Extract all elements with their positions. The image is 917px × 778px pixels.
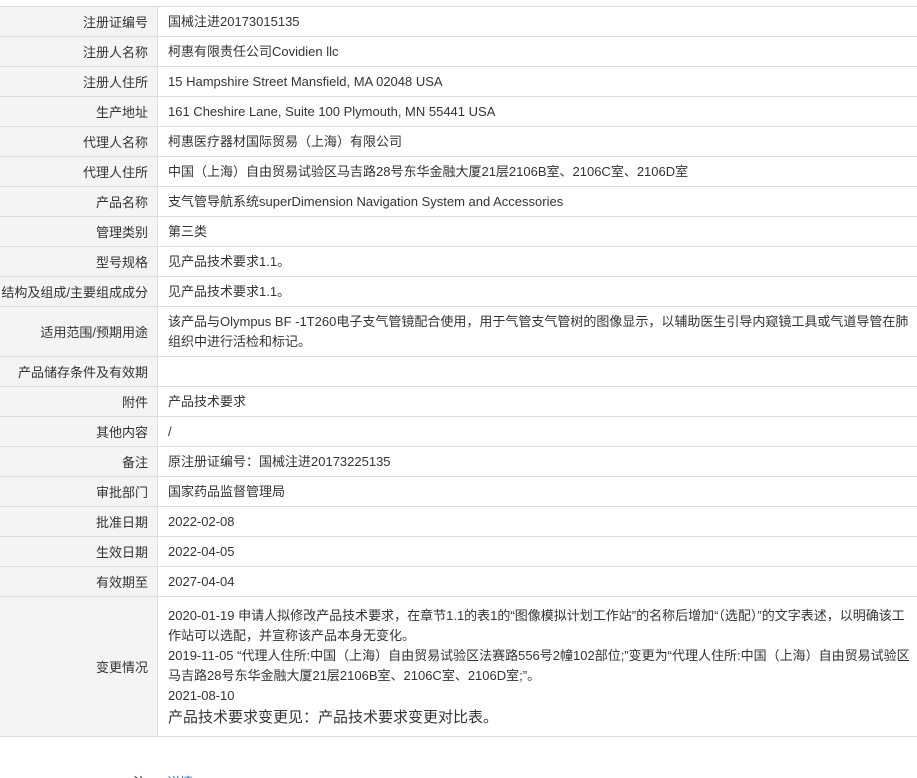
change-entry: 2021-08-10 [168, 687, 235, 703]
field-value: 柯惠医疗器材国际贸易（上海）有限公司 [157, 126, 917, 157]
row-management-class: 管理类别 第三类 [0, 216, 917, 247]
field-value: 第三类 [157, 216, 917, 247]
field-value: 中国（上海）自由贸易试验区马吉路28号东华金融大厦21层2106B室、2106C… [157, 156, 917, 187]
row-registrant-address: 注册人住所 15 Hampshire Street Mansfield, MA … [0, 66, 917, 97]
field-value: / [157, 416, 917, 447]
field-value: 柯惠有限责任公司Covidien llc [157, 36, 917, 67]
field-value: 2022-02-08 [157, 506, 917, 537]
field-label: 其他内容 [0, 416, 158, 447]
row-effective-date: 生效日期 2022-04-05 [0, 536, 917, 567]
row-other-content: 其他内容 / [0, 416, 917, 447]
field-value: 国家药品监督管理局 [157, 476, 917, 507]
field-label: 有效期至 [0, 566, 158, 597]
detail-link[interactable]: 详情 [167, 772, 193, 778]
registration-detail-page: 注册证编号 国械注进20173015135 注册人名称 柯惠有限责任公司Covi… [0, 0, 917, 778]
row-production-address: 生产地址 161 Cheshire Lane, Suite 100 Plymou… [0, 96, 917, 127]
field-value: 该产品与Olympus BF -1T260电子支气管镜配合使用，用于气管支气管树… [157, 306, 917, 357]
row-agent-address: 代理人住所 中国（上海）自由贸易试验区马吉路28号东华金融大厦21层2106B室… [0, 156, 917, 187]
registration-info-table: 注册证编号 国械注进20173015135 注册人名称 柯惠有限责任公司Covi… [0, 6, 917, 737]
field-label: 注册人名称 [0, 36, 158, 67]
field-value: 15 Hampshire Street Mansfield, MA 02048 … [157, 66, 917, 97]
field-label: ●注 [125, 772, 146, 778]
field-label: 备注 [0, 446, 158, 477]
field-value: 见产品技术要求1.1。 [157, 276, 917, 307]
field-value [157, 356, 917, 387]
field-label: 批准日期 [0, 506, 158, 537]
field-value: 见产品技术要求1.1。 [157, 246, 917, 277]
row-valid-until: 有效期至 2027-04-04 [0, 566, 917, 597]
row-intended-use: 适用范围/预期用途 该产品与Olympus BF -1T260电子支气管镜配合使… [0, 306, 917, 357]
field-label: 管理类别 [0, 216, 158, 247]
row-product-name: 产品名称 支气管导航系统superDimension Navigation Sy… [0, 186, 917, 217]
field-label: 注册证编号 [0, 6, 158, 37]
row-agent-name: 代理人名称 柯惠医疗器材国际贸易（上海）有限公司 [0, 126, 917, 157]
change-history-value: 2020-01-19 申请人拟修改产品技术要求，在章节1.1的表1的“图像模拟计… [157, 596, 917, 737]
field-label: 变更情况 [0, 596, 158, 737]
change-entry: 2019-11-05 “代理人住所:中国（上海）自由贸易试验区法赛路556号2幢… [168, 647, 910, 683]
change-entry: 2020-01-19 申请人拟修改产品技术要求，在章节1.1的表1的“图像模拟计… [168, 607, 905, 643]
field-label: 代理人住所 [0, 156, 158, 187]
row-approval-department: 审批部门 国家药品监督管理局 [0, 476, 917, 507]
field-label: 产品名称 [0, 186, 158, 217]
field-label: 附件 [0, 386, 158, 417]
field-label: 代理人名称 [0, 126, 158, 157]
field-label: 结构及组成/主要组成成分 [0, 276, 158, 307]
row-structure-composition: 结构及组成/主要组成成分 见产品技术要求1.1。 [0, 276, 917, 307]
field-label: 注册人住所 [0, 66, 158, 97]
partial-row-note: ●注 详情 [0, 764, 917, 778]
field-value: 支气管导航系统superDimension Navigation System … [157, 186, 917, 217]
field-value: 2027-04-04 [157, 566, 917, 597]
row-change-history: 变更情况 2020-01-19 申请人拟修改产品技术要求，在章节1.1的表1的“… [0, 596, 917, 737]
row-approval-date: 批准日期 2022-02-08 [0, 506, 917, 537]
row-registrant-name: 注册人名称 柯惠有限责任公司Covidien llc [0, 36, 917, 67]
field-label: 产品储存条件及有效期 [0, 356, 158, 387]
row-registration-number: 注册证编号 国械注进20173015135 [0, 6, 917, 37]
field-value: 国械注进20173015135 [157, 6, 917, 37]
field-value: 161 Cheshire Lane, Suite 100 Plymouth, M… [157, 96, 917, 127]
row-remarks: 备注 原注册证编号：国械注进20173225135 [0, 446, 917, 477]
field-label: 生产地址 [0, 96, 158, 127]
field-label: 生效日期 [0, 536, 158, 567]
field-value: 原注册证编号：国械注进20173225135 [157, 446, 917, 477]
field-label: 适用范围/预期用途 [0, 306, 158, 357]
row-attachment: 附件 产品技术要求 [0, 386, 917, 417]
field-value: 产品技术要求 [157, 386, 917, 417]
row-storage-validity: 产品储存条件及有效期 [0, 356, 917, 387]
row-model-spec: 型号规格 见产品技术要求1.1。 [0, 246, 917, 277]
change-note: 产品技术要求变更见：产品技术要求变更对比表。 [168, 707, 499, 726]
field-label: 审批部门 [0, 476, 158, 507]
field-label: 型号规格 [0, 246, 158, 277]
field-value: 2022-04-05 [157, 536, 917, 567]
